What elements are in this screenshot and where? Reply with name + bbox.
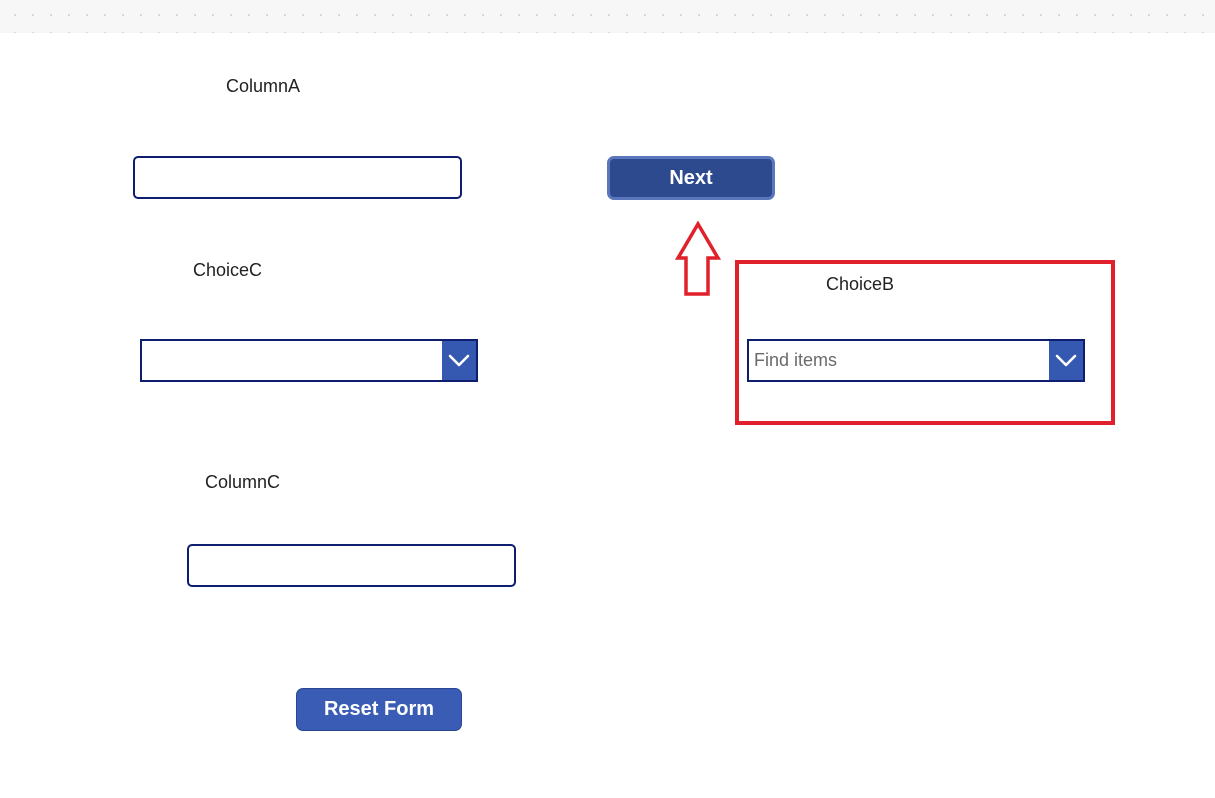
- chevron-down-icon: [1055, 354, 1077, 366]
- choice-c-dropdown[interactable]: [140, 339, 478, 382]
- choice-b-search-placeholder[interactable]: Find items: [749, 341, 1049, 380]
- choice-b-chevron-button[interactable]: [1049, 341, 1083, 380]
- arrow-up-icon: [674, 220, 722, 296]
- canvas: ColumnA Next ChoiceC ChoiceB Find items …: [0, 0, 1215, 798]
- choice-c-chevron-button[interactable]: [442, 341, 476, 380]
- chevron-down-icon: [448, 354, 470, 366]
- choice-c-label: ChoiceC: [193, 260, 263, 280]
- choice-b-combobox[interactable]: Find items: [747, 339, 1085, 382]
- reset-form-button[interactable]: Reset Form: [296, 688, 462, 731]
- column-c-label: ColumnC: [205, 472, 281, 492]
- next-button[interactable]: Next: [607, 156, 775, 200]
- design-grid-strip: [0, 0, 1215, 33]
- column-c-input[interactable]: [187, 544, 516, 587]
- choice-c-value: [142, 341, 442, 380]
- column-a-input[interactable]: [133, 156, 462, 199]
- choice-b-label: ChoiceB: [826, 274, 895, 294]
- column-a-label: ColumnA: [226, 76, 301, 96]
